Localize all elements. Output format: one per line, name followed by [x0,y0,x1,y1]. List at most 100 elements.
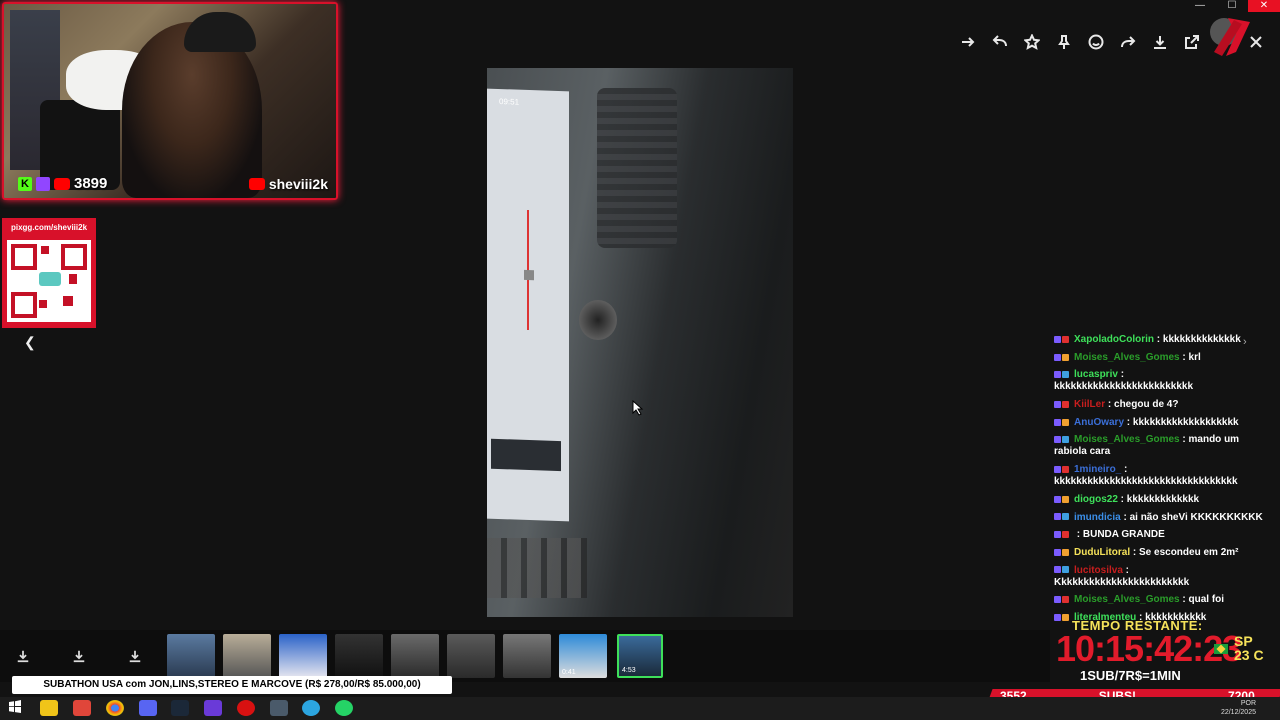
kick-icon: K [18,176,32,191]
badge-icon [1062,495,1069,503]
car-screen: 09:51 [487,88,569,522]
app-icon[interactable] [204,700,222,716]
viewer-count: 3899 [74,175,108,192]
thumbnail[interactable] [279,634,327,678]
thumbnail-duration: 4:53 [622,667,636,674]
video-thumbnail[interactable]: 0:41 [559,634,607,678]
badge-icon [1054,465,1061,473]
chat-username[interactable]: diogos22 [1074,494,1118,505]
chat-message: DuduLitoral : Se escondeu em 2m² [1054,547,1264,559]
youtube-icon [54,177,70,190]
whatsapp-icon[interactable] [335,700,353,716]
chat-message: XapoladoColorin : kkkkkkkkkkkkkk [1054,334,1264,346]
thumbnail[interactable] [503,634,551,678]
badge-icon [1054,548,1061,556]
download-icon[interactable] [1144,28,1176,56]
chat-text: kkkkkkkkkkkkkkkkkkkkkkkkkkkkkkkkk [1054,476,1238,488]
chat-text: kkkkkkkkkkkkkk [1162,334,1241,345]
pin-icon[interactable] [1048,28,1080,56]
thumbnail[interactable] [335,634,383,678]
badge-icon [1054,400,1061,408]
chat-text: BUNDA GRANDE [1082,529,1165,541]
download-icon[interactable] [56,634,102,678]
chat-separator: : [1179,594,1189,606]
discord-icon[interactable] [139,700,157,716]
badge-icon [1054,418,1061,426]
previous-arrow-icon[interactable]: ❮ [24,334,36,351]
thumbnail[interactable] [167,634,215,678]
badge-icon [1054,335,1061,343]
chat-username[interactable]: Moises_Alves_Gomes [1074,594,1180,605]
chat-text: Kkkkkkkkkkkkkkkkkkkkkkkk [1054,576,1190,588]
video-thumbnail-selected[interactable]: 4:53 [617,634,663,678]
chat-separator: : [1179,434,1189,446]
thumbnail[interactable] [391,634,439,678]
download-icon[interactable] [112,634,158,678]
chat-username[interactable]: Moises_Alves_Gomes [1074,434,1180,445]
chat-username[interactable]: DuduLitoral [1074,547,1130,558]
chat-separator: : [1117,369,1125,381]
window-close-button[interactable]: ✕ [1248,0,1280,12]
video-player[interactable]: 09:51 [487,68,793,617]
thumbnail[interactable] [223,634,271,678]
open-external-icon[interactable] [1176,28,1208,56]
badge-icon [1062,371,1069,379]
webcam-overlay: K 3899 sheviii2k [2,2,338,200]
obs-icon[interactable] [237,700,255,716]
channel-name: sheviii2k [268,176,328,192]
chat-username[interactable]: imundicia [1074,512,1121,523]
share-icon[interactable] [1112,28,1144,56]
youtube-icon [248,178,265,190]
badge-icon [1054,353,1061,361]
sub-rate: 1SUB/7R$=1MIN [1080,668,1181,683]
qr-code [7,240,91,322]
store-icon[interactable] [73,700,91,716]
chat-username[interactable]: lucaspriv [1074,369,1118,380]
chat-separator: : [1120,511,1130,523]
chat-username[interactable]: 1mineiro_ [1074,464,1121,475]
chat-message: imundicia : ai não sheVi KKKKKKKKKK [1054,512,1264,524]
steam-icon[interactable] [171,700,189,716]
system-tray: POR 22/12/2025 [1221,699,1256,717]
chat-username[interactable]: XapoladoColorin [1074,334,1154,345]
window-controls: — ☐ ✕ [1184,0,1280,12]
chat-text: qual foi [1188,594,1225,606]
badge-icon [1062,400,1069,408]
chrome-icon[interactable] [106,700,124,716]
file-explorer-icon[interactable] [40,700,58,716]
platform-badges: K 3899 [18,175,107,192]
chat-separator: : [1121,464,1128,476]
chat-username[interactable]: Moises_Alves_Gomes [1074,352,1180,363]
forward-icon[interactable] [952,28,984,56]
chat-text: kkkkkkkkkkkkk [1126,493,1200,505]
chat-username[interactable]: AnuOwary [1074,417,1124,428]
maximize-button[interactable]: ☐ [1216,0,1248,12]
reply-icon[interactable] [984,28,1016,56]
chat-message: Moises_Alves_Gomes : qual foi [1054,594,1264,606]
emoji-icon[interactable] [1080,28,1112,56]
thumbnail[interactable] [447,634,495,678]
chat-separator: : [1105,399,1115,411]
subathon-timer: TEMPO RESTANTE: 10:15:42:23 SP 23 C 1SUB/… [1056,616,1280,686]
windows-start-icon[interactable] [8,700,26,716]
chat-separator: : [1122,564,1130,576]
subathon-ticker: SUBATHON USA com JON,LINS,STEREO E MARCO… [12,676,452,694]
app-icon[interactable] [302,700,320,716]
chat-separator: : [1130,546,1139,558]
badge-icon [1062,596,1069,604]
star-icon[interactable] [1016,28,1048,56]
chat-text: Se escondeu em 2m² [1139,546,1239,558]
badge-icon [1062,353,1069,361]
minimize-button[interactable]: — [1184,0,1216,12]
chat-username[interactable]: lucitosilva [1074,565,1123,576]
channel-tag: sheviii2k [248,176,328,192]
streamer-hat [184,12,256,52]
media-thumbnail-strip: 0:41 4:53 [0,630,1050,682]
pix-url: pixgg.com/sheviii2k [10,223,88,232]
chat-username[interactable]: KiilLer [1074,399,1105,410]
weather-location: SP [1234,633,1253,649]
download-icon[interactable] [0,634,46,678]
badge-icon [1054,436,1061,444]
app-icon[interactable] [270,700,288,716]
channel-logo [1206,12,1254,58]
